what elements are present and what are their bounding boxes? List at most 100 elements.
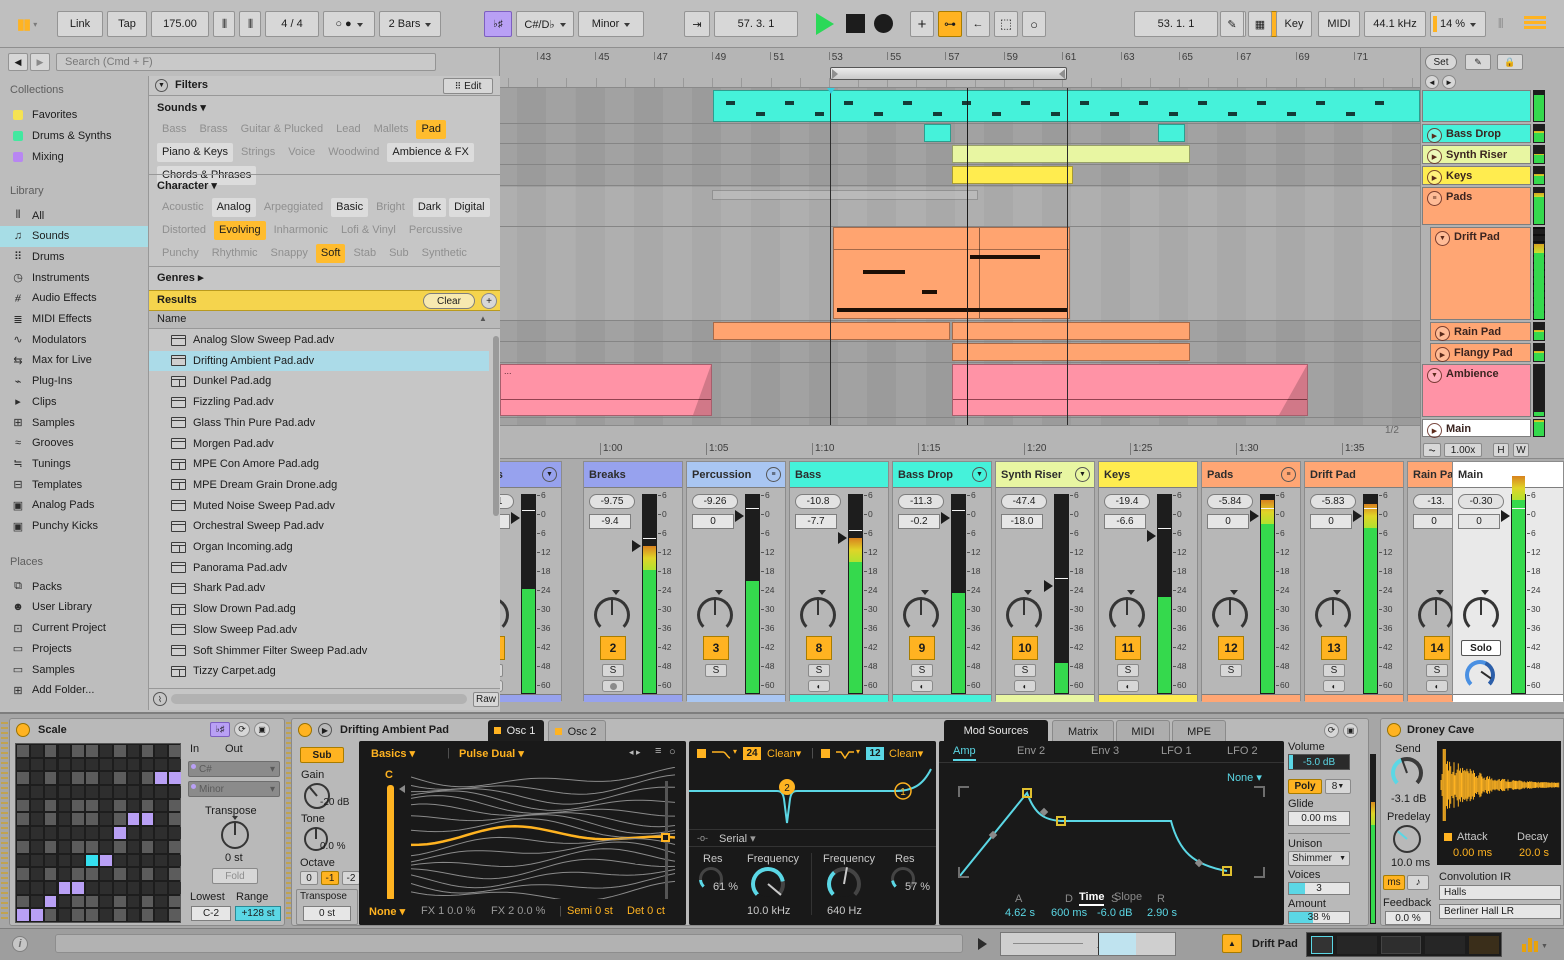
volume-field[interactable]: 0 [1207, 514, 1249, 529]
scale-grid-cell[interactable] [30, 868, 43, 880]
clear-filters-button[interactable]: Clear [423, 293, 475, 309]
sidebar-item-grooves[interactable]: ≈ Grooves [0, 433, 148, 454]
mixer-track-title[interactable]: Bass Drop ▼ [893, 462, 991, 488]
scale-grid-cell-active[interactable] [72, 881, 85, 894]
scale-grid-cell[interactable] [44, 813, 57, 826]
volume-marker[interactable] [838, 532, 847, 544]
scale-grid-cell[interactable] [17, 786, 29, 798]
monitor-button[interactable]: ◐ [1014, 680, 1036, 692]
volume-field[interactable]: -5.0 dB [1288, 754, 1350, 770]
glide-field[interactable]: 0.00 ms [1288, 811, 1350, 826]
attack-toggle[interactable] [1444, 833, 1452, 841]
mixer-track-title[interactable]: Drift Pad [1305, 462, 1403, 488]
group-icon[interactable]: ≡ [766, 467, 781, 482]
scale-grid-cell-active[interactable] [100, 854, 112, 867]
solo-button[interactable]: S [705, 664, 727, 677]
filter-tag-ambience-fx[interactable]: Ambience & FX [387, 143, 474, 162]
browser-item-12[interactable]: Panorama Pad.adv [149, 558, 489, 578]
track-header-unnamed[interactable] [1422, 90, 1531, 122]
volume-field[interactable]: 0 [1458, 514, 1500, 529]
volume-marker[interactable] [1147, 530, 1156, 542]
scale-grid-cell[interactable] [155, 881, 168, 894]
pan-knob[interactable] [1315, 597, 1351, 633]
filter-tag-snappy[interactable]: Snappy [266, 244, 313, 263]
preview-button[interactable]: ▶ [318, 723, 332, 737]
volume-field[interactable]: 0 [1413, 514, 1455, 529]
freq2-value[interactable]: 640 Hz [827, 905, 862, 917]
scale-grid-cell-active[interactable] [141, 813, 154, 826]
scale-grid-cell[interactable] [44, 745, 57, 757]
scale-grid-cell[interactable] [72, 758, 85, 771]
sidebar-item-user-library[interactable]: ☻ User Library [0, 597, 148, 618]
scale-grid-cell[interactable] [86, 813, 98, 826]
scale-grid-cell[interactable] [141, 840, 154, 853]
volume-marker[interactable] [1250, 510, 1259, 522]
cpu-meter[interactable]: 14 % [1430, 11, 1486, 37]
scale-grid-cell[interactable] [155, 813, 168, 826]
scale-grid-cell[interactable] [155, 840, 168, 853]
scale-grid-cell[interactable] [86, 745, 98, 757]
scale-grid-cell[interactable] [58, 745, 71, 757]
mixer-track-title[interactable]: Synth Riser ▼ [996, 462, 1094, 488]
volume-marker[interactable] [941, 512, 950, 524]
scale-grid-cell[interactable] [86, 786, 98, 798]
filter-tag-bright[interactable]: Bright [371, 198, 410, 217]
mod-tab-matrix[interactable]: Matrix [1052, 720, 1114, 743]
time-tab[interactable]: Time [1079, 891, 1105, 906]
scale-grid-cell[interactable] [72, 799, 85, 812]
track-number-button[interactable]: 8 [806, 636, 832, 660]
filters-collapse-icon[interactable]: ▼ [155, 79, 168, 92]
sidebar-item-templates[interactable]: ⊟ Templates [0, 474, 148, 495]
filter-section-title[interactable]: Character ▾ [157, 179, 217, 192]
browser-item-4[interactable]: Fizzling Pad.adv [149, 392, 489, 412]
scale-grid-cell[interactable] [155, 895, 168, 908]
browser-item-1[interactable]: Analog Slow Sweep Pad.adv [149, 330, 489, 350]
scale-grid-cell[interactable] [169, 868, 181, 880]
peak-level-field[interactable]: -19.4 [1104, 494, 1150, 509]
scale-grid-cell[interactable] [58, 772, 71, 785]
loop-brace[interactable] [830, 67, 1067, 80]
send-knob[interactable] [1391, 757, 1423, 789]
arm-button[interactable] [500, 680, 503, 692]
sidebar-item-modulators[interactable]: ∿ Modulators [0, 329, 148, 350]
scale-device-on-toggle[interactable] [16, 723, 30, 737]
scale-grid-cell[interactable] [141, 745, 154, 757]
scale-grid-cell[interactable] [127, 895, 140, 908]
arrangement-clip[interactable] [833, 227, 1070, 319]
notch-icon[interactable] [835, 749, 855, 759]
scale-grid-cell[interactable] [113, 909, 126, 921]
solo-button[interactable]: S [911, 664, 933, 677]
scale-grid-cell-active[interactable] [44, 895, 57, 908]
scale-grid-cell[interactable] [155, 758, 168, 771]
solo-button[interactable]: Solo [1461, 640, 1501, 656]
scale-grid-cell[interactable] [44, 772, 57, 785]
release-value[interactable]: 2.90 s [1147, 907, 1177, 919]
pan-knob[interactable] [500, 597, 509, 633]
groove-amount-chooser[interactable]: ○ ● [323, 11, 375, 37]
scale-grid-cell-active[interactable] [17, 909, 29, 921]
scale-grid-cell[interactable] [72, 868, 85, 880]
track-play-icon[interactable]: ▶ [1427, 128, 1442, 143]
scale-grid-cell[interactable] [17, 854, 29, 867]
main-menu-icon[interactable] [1524, 14, 1546, 34]
filter-tag-brass[interactable]: Brass [194, 120, 232, 139]
scale-grid-cell[interactable] [30, 745, 43, 757]
track-header-main[interactable]: ▶ Main [1422, 419, 1531, 438]
peak-level-field[interactable]: -5.83 [1310, 494, 1356, 509]
scale-grid-cell[interactable] [100, 840, 112, 853]
scale-grid-cell[interactable] [58, 786, 71, 798]
loop-brace-start-handle[interactable] [832, 69, 838, 79]
transpose-field[interactable]: 0 st [303, 906, 351, 921]
capture-midi-button[interactable]: ○ [1022, 11, 1046, 37]
hot-swap-icon[interactable]: ⟳ [234, 722, 250, 737]
group-icon[interactable]: ≡ [1427, 191, 1442, 206]
solo-button[interactable]: S [1323, 664, 1345, 677]
play-button[interactable] [816, 13, 834, 35]
scale-mode-select[interactable]: Minor ▾ [188, 781, 280, 797]
browser-item-14[interactable]: Slow Drown Pad.adg [149, 599, 489, 619]
track-number-button[interactable]: 13 [1321, 636, 1347, 660]
track-header-rain-pad[interactable]: ▶ Rain Pad [1430, 322, 1531, 341]
scale-grid-cell[interactable] [141, 895, 154, 908]
sidebar-item-drums[interactable]: ⠿ Drums [0, 246, 148, 267]
scale-grid-cell[interactable] [17, 868, 29, 880]
